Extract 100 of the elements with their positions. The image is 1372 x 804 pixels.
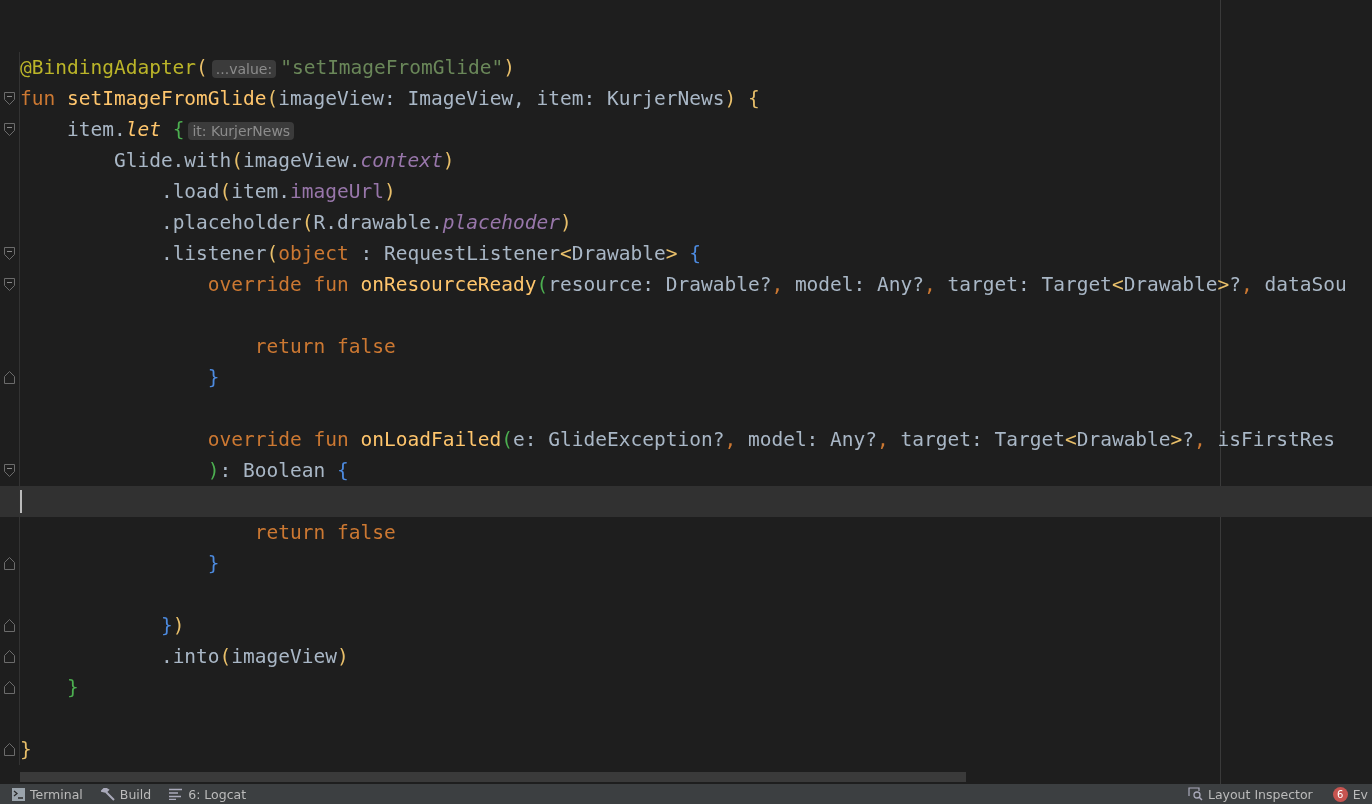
fold-icon[interactable] bbox=[4, 123, 15, 136]
bracket: ) bbox=[337, 645, 349, 668]
keyword: , bbox=[771, 273, 785, 296]
keyword: return false bbox=[254, 335, 396, 358]
code-text: Glide.with bbox=[113, 149, 232, 172]
inlay-hint: it: KurjerNews bbox=[188, 122, 295, 140]
bracket: { bbox=[747, 87, 760, 110]
bracket: ) bbox=[560, 211, 572, 234]
horizontal-scrollbar[interactable] bbox=[20, 772, 966, 782]
bracket: { bbox=[689, 242, 702, 265]
code-text: dataSou bbox=[1264, 273, 1347, 296]
bracket: ( bbox=[196, 56, 208, 79]
list-icon bbox=[169, 788, 184, 800]
code-text: target: Target bbox=[900, 428, 1065, 451]
bracket: < bbox=[1111, 273, 1124, 296]
code-text: item. bbox=[231, 180, 291, 203]
property-name: context bbox=[360, 149, 443, 172]
tool-window-button[interactable]: Layout Inspector bbox=[1183, 784, 1317, 804]
bracket: ( bbox=[536, 273, 549, 296]
fold-icon[interactable] bbox=[4, 278, 15, 291]
code-text: resource: Drawable? bbox=[548, 273, 772, 296]
keyword: override fun bbox=[207, 428, 350, 451]
function-name: let bbox=[125, 118, 161, 141]
fold-icon[interactable] bbox=[4, 557, 15, 570]
code-text: R.drawable. bbox=[313, 211, 443, 234]
property-name: imageUrl bbox=[290, 180, 384, 203]
bracket: { bbox=[172, 118, 185, 141]
bracket: ( bbox=[301, 211, 314, 234]
fold-icon[interactable] bbox=[4, 650, 15, 663]
bracket: ) bbox=[383, 180, 396, 203]
code-text: Drawable bbox=[571, 242, 666, 265]
code-text: Drawable bbox=[1123, 273, 1218, 296]
bracket: } bbox=[66, 676, 79, 699]
bracket: } bbox=[207, 552, 220, 575]
code-text: ? bbox=[1229, 273, 1242, 296]
code-text: : Boolean bbox=[219, 459, 327, 482]
bracket: > bbox=[665, 242, 678, 265]
fold-icon[interactable] bbox=[4, 92, 15, 105]
keyword: object bbox=[278, 242, 349, 265]
count-badge: 6 bbox=[1332, 786, 1348, 802]
terminal-icon bbox=[12, 787, 25, 801]
bracket: ( bbox=[231, 149, 244, 172]
bracket: ( bbox=[219, 180, 232, 203]
bracket: > bbox=[1170, 428, 1183, 451]
fold-icon[interactable] bbox=[4, 371, 15, 384]
text-cursor bbox=[20, 490, 22, 513]
code-text: e: GlideException? bbox=[513, 428, 725, 451]
bracket: ) bbox=[207, 459, 220, 482]
string-literal: "setImageFromGlide" bbox=[280, 56, 504, 79]
code-text: model: Any? bbox=[747, 428, 878, 451]
bracket: < bbox=[1064, 428, 1077, 451]
code-text: imageView bbox=[231, 645, 337, 668]
tool-window-button[interactable]: 6 Ev bbox=[1328, 784, 1372, 804]
bracket: ) bbox=[442, 149, 455, 172]
bracket: ( bbox=[501, 428, 514, 451]
code-text: .listener bbox=[160, 242, 267, 265]
code-text: .into bbox=[160, 645, 220, 668]
bracket: ) bbox=[503, 56, 515, 79]
bracket: ( bbox=[266, 87, 279, 110]
code-editor[interactable] bbox=[0, 0, 1372, 784]
bracket: ) bbox=[172, 614, 185, 637]
code-text: : RequestListener bbox=[360, 242, 561, 265]
keyword: , bbox=[924, 273, 937, 296]
bracket: ( bbox=[219, 645, 232, 668]
fold-icon[interactable] bbox=[4, 743, 15, 756]
tool-window-button[interactable]: Build bbox=[96, 784, 156, 804]
fold-icon[interactable] bbox=[4, 619, 15, 632]
function-name: onResourceReady bbox=[360, 273, 537, 296]
bracket: ( bbox=[266, 242, 279, 265]
keyword: override fun bbox=[207, 273, 350, 296]
bracket: > bbox=[1217, 273, 1230, 296]
code-text: ? bbox=[1182, 428, 1195, 451]
code-text: Drawable bbox=[1076, 428, 1171, 451]
code-text: item. bbox=[66, 118, 126, 141]
property-name: placehoder bbox=[442, 211, 561, 234]
tool-window-button[interactable]: 6: Logcat bbox=[165, 784, 251, 804]
bracket: { bbox=[337, 459, 349, 482]
fold-icon[interactable] bbox=[4, 681, 15, 694]
tool-window-button[interactable]: Terminal bbox=[8, 784, 87, 804]
keyword: return false bbox=[254, 521, 396, 544]
hammer-icon bbox=[100, 787, 115, 801]
bracket: } bbox=[20, 738, 32, 761]
inspector-icon bbox=[1187, 787, 1203, 801]
fold-icon[interactable] bbox=[4, 247, 15, 260]
annotation: @BindingAdapter bbox=[20, 56, 197, 79]
keyword: , bbox=[724, 428, 738, 451]
inlay-hint: ...value: bbox=[211, 60, 277, 78]
code-text: .placeholder bbox=[160, 211, 302, 234]
fold-icon[interactable] bbox=[4, 464, 15, 477]
keyword: fun bbox=[20, 87, 57, 110]
bracket: ) bbox=[724, 87, 737, 110]
bracket: } bbox=[207, 366, 220, 389]
code-text: imageView. bbox=[243, 149, 361, 172]
function-name: onLoadFailed bbox=[360, 428, 502, 451]
keyword: , bbox=[1241, 273, 1254, 296]
code-text: isFirstRes bbox=[1217, 428, 1335, 451]
keyword: , bbox=[1194, 428, 1207, 451]
code-text: model: Any? bbox=[794, 273, 924, 296]
code-text: target: Target bbox=[947, 273, 1112, 296]
function-name: setImageFromGlide bbox=[66, 87, 267, 110]
